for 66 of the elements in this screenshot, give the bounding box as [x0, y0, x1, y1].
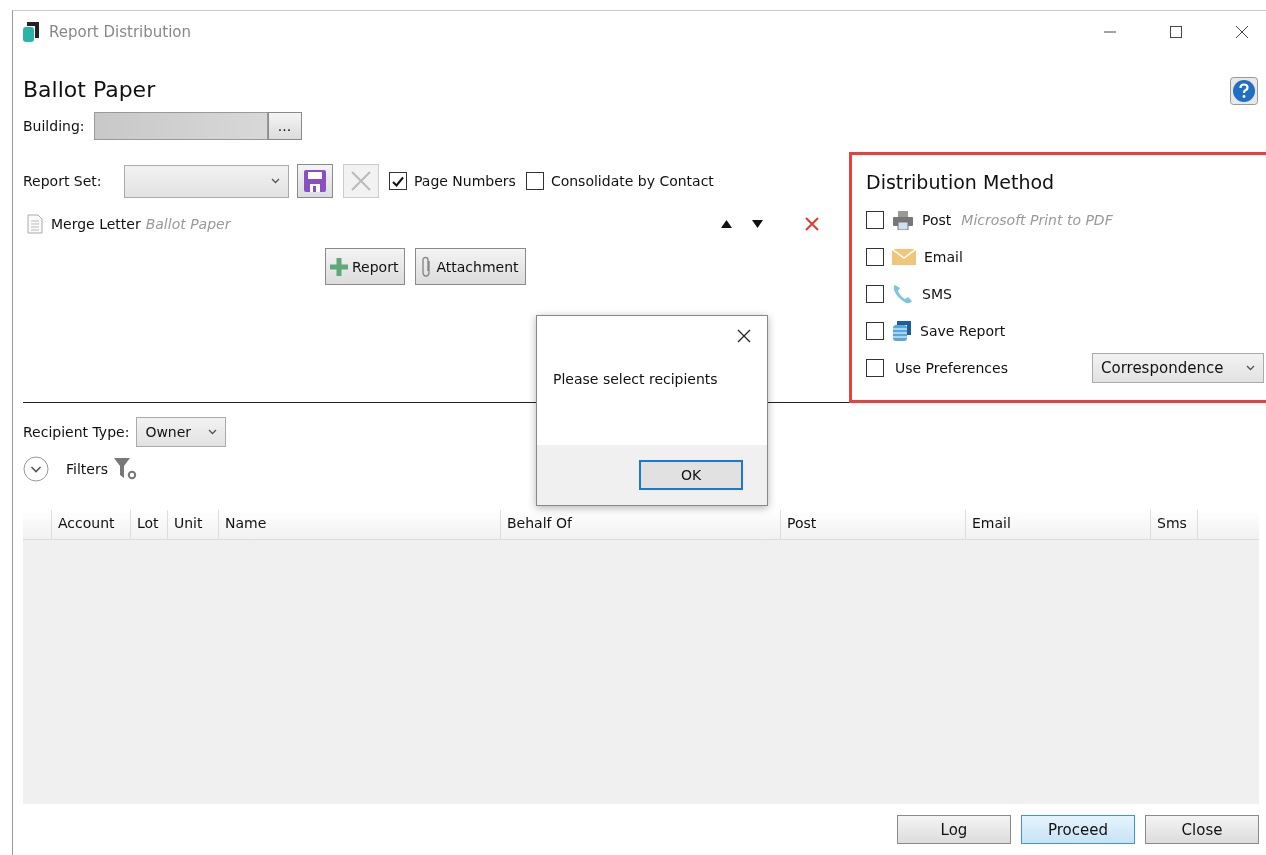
ok-button[interactable]: OK	[639, 460, 743, 490]
document-icon	[27, 214, 43, 234]
checkmark-icon	[392, 175, 404, 187]
recipient-type-dropdown[interactable]: Owner	[136, 417, 227, 447]
option-label: Email	[924, 248, 963, 265]
field-label: Building:	[23, 118, 85, 134]
browse-button[interactable]: ...	[267, 112, 302, 140]
report-type: Merge Letter	[51, 216, 141, 232]
option-label: Save Report	[920, 322, 1006, 339]
plus-icon	[330, 257, 348, 276]
column-header[interactable]: Behalf Of	[501, 510, 781, 539]
add-report-button[interactable]: Report	[325, 248, 406, 285]
app-logo-icon	[22, 21, 40, 43]
building-field[interactable]	[93, 112, 268, 140]
preference-dropdown[interactable]: Correspondence	[1092, 352, 1264, 383]
checkbox[interactable]	[389, 172, 407, 190]
column-header[interactable]: Unit	[168, 510, 219, 539]
checkbox[interactable]	[866, 247, 884, 266]
attachment-button[interactable]: Attachment	[415, 248, 526, 285]
column-header[interactable]: Sms	[1151, 510, 1198, 539]
window-title: Report Distribution	[49, 23, 191, 41]
remove-icon[interactable]	[804, 216, 820, 232]
field-label: Recipient Type:	[23, 424, 130, 440]
paperclip-icon	[420, 255, 433, 278]
save-button[interactable]	[297, 164, 333, 198]
footer-button[interactable]: Log	[897, 815, 1011, 844]
column-header[interactable]: Account	[52, 510, 131, 539]
column-header[interactable]: Name	[219, 510, 501, 539]
checkbox-label: Page Numbers	[414, 173, 516, 189]
dropdown-caret-icon	[208, 429, 218, 435]
option-label: Use Preferences	[895, 359, 1008, 376]
close-icon[interactable]	[737, 329, 751, 343]
column-header[interactable]: Post	[781, 510, 966, 539]
move-down-icon[interactable]	[752, 220, 763, 228]
help-icon[interactable]	[1230, 77, 1258, 105]
report-name: Ballot Paper	[145, 216, 231, 232]
field-label: Report Set:	[23, 173, 103, 189]
phone-icon	[892, 282, 914, 305]
footer-button[interactable]: Proceed	[1021, 815, 1135, 844]
maximize-icon[interactable]	[1169, 25, 1183, 39]
filter-icon[interactable]	[113, 458, 138, 480]
checkbox[interactable]	[866, 321, 884, 340]
envelope-icon	[892, 248, 916, 265]
column-header[interactable]: Email	[966, 510, 1151, 539]
printer-icon	[892, 209, 914, 230]
printer-name: Microsoft Print to PDF	[961, 211, 1113, 228]
expand-icon[interactable]	[23, 456, 49, 482]
column-header[interactable]: Lot	[131, 510, 168, 539]
database-icon	[892, 319, 912, 342]
option-label: Post	[922, 211, 952, 228]
checkbox-label: Consolidate by Contact	[550, 173, 714, 189]
filters-label: Filters	[66, 461, 108, 477]
checkbox[interactable]	[866, 210, 884, 229]
checkbox[interactable]	[866, 284, 884, 303]
close-icon[interactable]	[1235, 25, 1249, 39]
page-heading: Ballot Paper	[23, 77, 157, 102]
dialog-message: Please select recipients	[552, 370, 719, 389]
dropdown-caret-icon	[1246, 364, 1255, 371]
dropdown-caret-icon	[271, 178, 280, 184]
cross-icon	[350, 170, 372, 192]
checkbox[interactable]	[866, 358, 884, 377]
footer-button[interactable]: Close	[1145, 815, 1259, 844]
panel-title: Distribution Method	[866, 171, 1056, 193]
move-up-icon[interactable]	[721, 220, 732, 228]
checkbox[interactable]	[525, 172, 544, 190]
option-label: SMS	[922, 285, 952, 302]
